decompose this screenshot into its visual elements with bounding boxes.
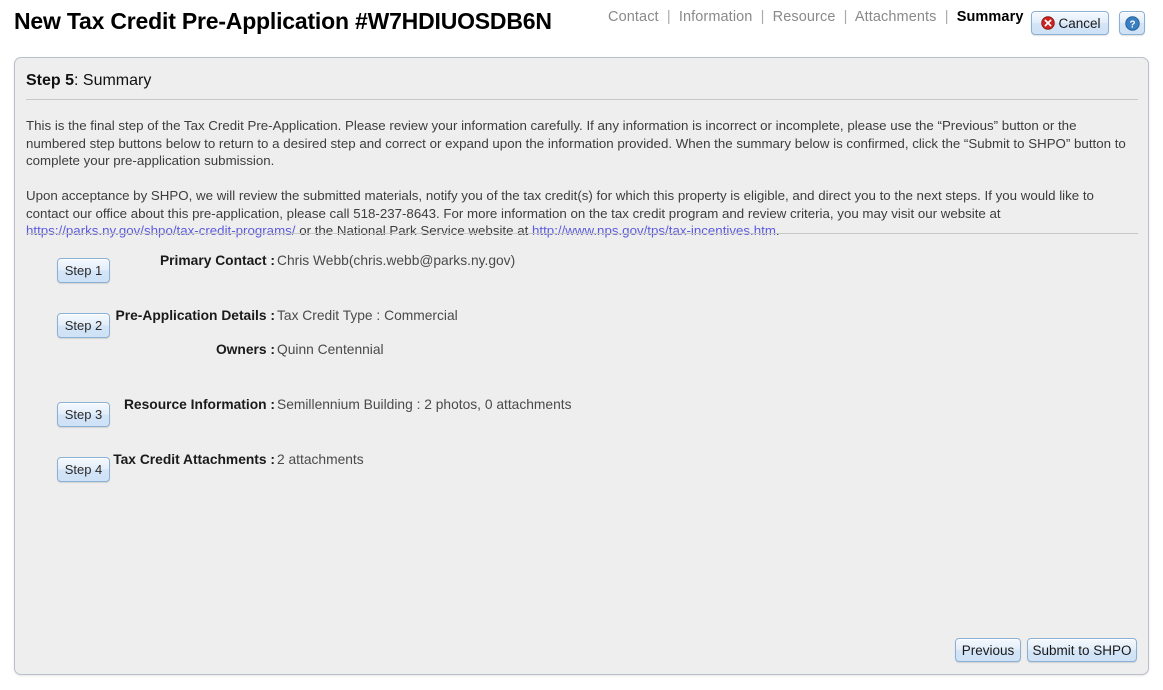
row-value: Tax Credit Type : Commercial <box>277 308 458 323</box>
summary-lines: Pre-Application Details : Tax Credit Typ… <box>15 299 1150 367</box>
previous-button[interactable]: Previous <box>955 638 1021 662</box>
acceptance-paragraph: Upon acceptance by SHPO, we will review … <box>26 187 1140 240</box>
summary-panel: Step 5: Summary This is the final step o… <box>14 57 1149 675</box>
close-circle-icon <box>1041 16 1056 30</box>
cancel-button[interactable]: Cancel <box>1031 11 1109 35</box>
cancel-button-label: Cancel <box>1058 15 1101 31</box>
acceptance-text-part2: or the National Park Service website at <box>295 223 533 239</box>
summary-list: Step 1 Primary Contact : Chris Webb(chri… <box>15 244 1150 498</box>
row-value: Semillennium Building : 2 photos, 0 atta… <box>277 397 572 412</box>
nav-separator: | <box>760 9 765 25</box>
help-button[interactable]: ? <box>1119 11 1145 35</box>
nav-separator: | <box>944 9 949 25</box>
acceptance-text-part3: . <box>775 223 780 239</box>
acceptance-text-part1: Upon acceptance by SHPO, we will review … <box>26 188 1094 221</box>
panel-heading: Step 5: Summary <box>26 72 151 90</box>
submit-to-shpo-button[interactable]: Submit to SHPO <box>1027 638 1137 662</box>
row-label: Pre-Application Details : <box>115 308 275 323</box>
summary-lines: Tax Credit Attachments : 2 attachments <box>15 443 1150 477</box>
intro-paragraph: This is the final step of the Tax Credit… <box>26 118 1126 169</box>
panel-heading-title: : Summary <box>74 72 152 89</box>
nav-link-attachments[interactable]: Attachments <box>855 9 937 25</box>
nav-link-information[interactable]: Information <box>679 9 753 25</box>
row-label: Resource Information : <box>123 397 275 412</box>
heading-divider <box>26 99 1138 100</box>
panel-footer: Previous Submit to SHPO <box>955 638 1137 662</box>
row-label: Owners : <box>215 342 275 357</box>
parks-ny-gov-link[interactable]: https://parks.ny.gov/shpo/tax-credit-pro… <box>26 223 296 238</box>
row-label: Primary Contact : <box>159 253 275 268</box>
question-circle-icon: ? <box>1124 15 1140 31</box>
summary-row: Owners : Quinn Centennial <box>15 333 1150 367</box>
summary-row: Pre-Application Details : Tax Credit Typ… <box>15 299 1150 333</box>
svg-text:?: ? <box>1129 19 1135 30</box>
nav-separator: | <box>666 9 671 25</box>
panel-heading-step: Step 5 <box>26 72 75 89</box>
summary-group: Step 3 Resource Information : Semillenni… <box>15 388 1150 443</box>
nav-link-contact[interactable]: Contact <box>608 9 659 25</box>
app-header: New Tax Credit Pre-Application #W7HDIUOS… <box>0 0 1163 46</box>
content-divider <box>26 233 1138 234</box>
summary-group: Step 2 Pre-Application Details : Tax Cre… <box>15 299 1150 388</box>
summary-lines: Primary Contact : Chris Webb(chris.webb@… <box>15 244 1150 278</box>
summary-row: Tax Credit Attachments : 2 attachments <box>15 443 1150 477</box>
row-value: 2 attachments <box>277 452 364 467</box>
summary-group: Step 1 Primary Contact : Chris Webb(chri… <box>15 244 1150 299</box>
row-label: Tax Credit Attachments : <box>113 452 275 467</box>
nav-link-summary[interactable]: Summary <box>957 9 1024 25</box>
summary-row: Primary Contact : Chris Webb(chris.webb@… <box>15 244 1150 278</box>
page-title: New Tax Credit Pre-Application #W7HDIUOS… <box>14 8 552 34</box>
nav-link-resource[interactable]: Resource <box>773 9 836 25</box>
nav-separator: | <box>843 9 848 25</box>
row-value: Chris Webb(chris.webb@parks.ny.gov) <box>277 253 516 268</box>
summary-group: Step 4 Tax Credit Attachments : 2 attach… <box>15 443 1150 498</box>
summary-lines: Resource Information : Semillennium Buil… <box>15 388 1150 422</box>
nps-gov-link[interactable]: http://www.nps.gov/tps/tax-incentives.ht… <box>532 223 776 238</box>
step-nav: Contact | Information | Resource | Attac… <box>608 9 1024 25</box>
row-value: Quinn Centennial <box>277 342 384 357</box>
summary-row: Resource Information : Semillennium Buil… <box>15 388 1150 422</box>
